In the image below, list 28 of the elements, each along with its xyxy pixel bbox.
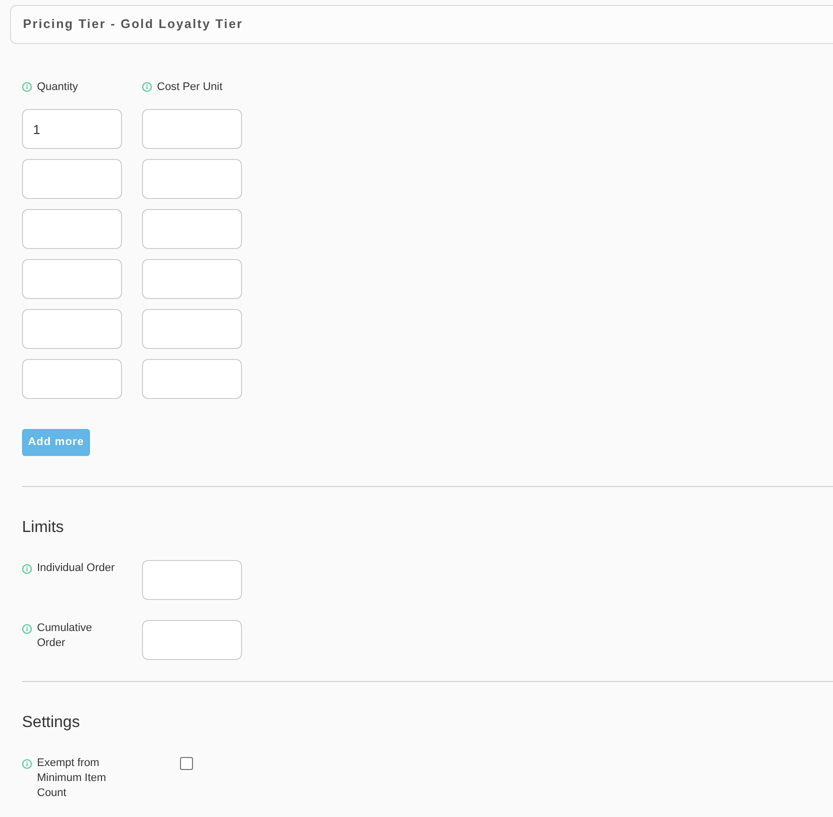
info-icon [22,624,32,634]
checkbox[interactable] [180,757,193,770]
field-label: Cumulative Order [37,621,94,651]
input-field[interactable] [142,620,242,660]
input-field[interactable] [22,259,122,299]
section-heading: Limits [22,518,64,538]
input-field[interactable] [142,560,242,600]
input-field[interactable] [22,309,122,349]
input-field[interactable] [142,109,242,149]
column-label: Quantity [37,80,78,94]
section-heading: Settings [22,713,80,733]
column-label: Cost Per Unit [157,80,222,94]
info-icon [22,564,32,574]
input-field[interactable]: 1 [22,109,122,149]
info-icon [22,82,32,92]
input-field[interactable] [142,259,242,299]
input-field[interactable] [142,209,242,249]
input-field[interactable] [22,159,122,199]
header-title: Pricing Tier - Gold Loyalty Tier [23,16,243,34]
field-label: Exempt from Minimum Item Count [37,756,108,801]
input-field[interactable] [22,359,122,399]
info-icon [142,82,152,92]
input-field[interactable] [142,159,242,199]
input-field[interactable] [142,359,242,399]
input-field[interactable] [22,209,122,249]
input-field[interactable] [142,309,242,349]
info-icon [22,758,32,768]
field-label: Individual Order [37,561,116,576]
